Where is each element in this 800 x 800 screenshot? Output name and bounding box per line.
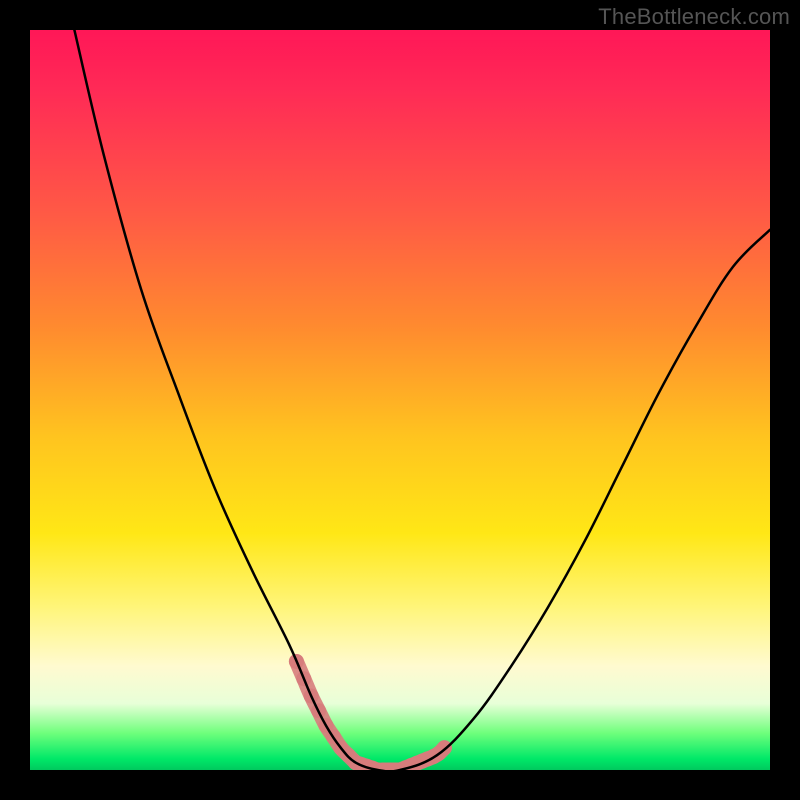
plot-area	[30, 30, 770, 770]
curve-layer	[74, 30, 770, 770]
highlight-layer	[289, 654, 452, 770]
attribution-label: TheBottleneck.com	[598, 4, 790, 30]
bottleneck-curve	[74, 30, 770, 770]
figure-root: TheBottleneck.com	[0, 0, 800, 800]
curve-svg	[30, 30, 770, 770]
